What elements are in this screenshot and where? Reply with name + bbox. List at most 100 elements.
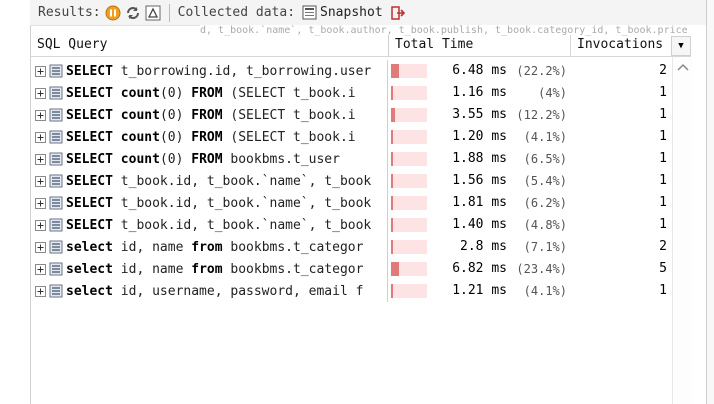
table-row[interactable]: SELECT count(0) FROM (SELECT t_book.i 3.5… — [31, 104, 672, 126]
column-header-total-time[interactable]: Total Time — [389, 35, 571, 57]
time-share-bar — [391, 130, 427, 144]
total-time-cell: 6.82 ms (23.4%) — [389, 258, 571, 280]
expand-icon[interactable] — [35, 219, 46, 231]
time-share-bar-fill — [391, 108, 395, 122]
snapshot-button[interactable]: Snapshot — [299, 5, 386, 20]
expand-icon[interactable] — [35, 197, 46, 209]
time-share-bar-fill — [391, 196, 393, 210]
invocations-cell: 1 — [659, 173, 667, 188]
sql-query-cell: select id, username, password, email f — [35, 280, 388, 302]
total-time-percent: (5.4%) — [523, 174, 567, 188]
total-time-percent: (12.2%) — [516, 108, 567, 122]
table-header: SQL Query Total Time Invocations ▼ — [31, 35, 691, 57]
sql-query-text: SELECT count(0) FROM (SELECT t_book.i — [66, 129, 356, 145]
sql-query-cell: SELECT count(0) FROM (SELECT t_book.i — [35, 126, 388, 148]
expand-icon[interactable] — [35, 109, 46, 121]
invocations-cell: 1 — [659, 283, 667, 298]
total-time-value: 1.40 ms — [452, 217, 507, 232]
sql-query-cell: SELECT t_book.id, t_book.`name`, t_book — [35, 214, 388, 236]
sql-query-text: SELECT t_book.id, t_book.`name`, t_book — [66, 217, 372, 233]
export-icon[interactable] — [390, 5, 406, 21]
invocations-cell: 2 — [659, 239, 667, 254]
total-time-cell: 2.8 ms (7.1%) — [389, 236, 571, 258]
total-time-percent: (22.2%) — [516, 64, 567, 78]
invocations-cell: 1 — [659, 107, 667, 122]
database-icon — [49, 108, 63, 122]
snapshot-label: Snapshot — [320, 5, 383, 20]
expand-icon[interactable] — [35, 65, 46, 77]
time-share-bar — [391, 284, 427, 298]
vertical-scrollbar[interactable] — [672, 57, 692, 404]
total-time-percent: (23.4%) — [516, 262, 567, 276]
expand-icon[interactable] — [35, 131, 46, 143]
total-time-percent: (6.2%) — [523, 196, 567, 210]
total-time-percent: (4.8%) — [523, 218, 567, 232]
sql-query-text: SELECT count(0) FROM (SELECT t_book.i — [66, 85, 356, 101]
table-row[interactable]: SELECT count(0) FROM bookbms.t_user 1.88 … — [31, 148, 672, 170]
collected-data-label: Collected data: — [177, 5, 296, 20]
results-label: Results: — [38, 5, 101, 20]
table-row[interactable]: SELECT count(0) FROM (SELECT t_book.i 1.1… — [31, 82, 672, 104]
database-icon — [49, 174, 63, 188]
sql-query-text: select id, username, password, email f — [66, 283, 364, 299]
total-time-cell: 1.16 ms (4%) — [389, 82, 571, 104]
expand-icon[interactable] — [35, 263, 46, 275]
expand-icon[interactable] — [35, 153, 46, 165]
total-time-cell: 1.88 ms (6.5%) — [389, 148, 571, 170]
total-time-percent: (4.1%) — [523, 130, 567, 144]
sql-query-cell: select id, name from bookbms.t_categor — [35, 258, 388, 280]
sql-query-cell: SELECT t_book.id, t_book.`name`, t_book — [35, 192, 388, 214]
sql-query-text: select id, name from bookbms.t_categor — [66, 239, 364, 255]
table-row[interactable]: select id, name from bookbms.t_categor 6.… — [31, 258, 672, 280]
expand-icon[interactable] — [35, 87, 46, 99]
total-time-value: 1.81 ms — [452, 195, 507, 210]
sql-query-text: SELECT t_borrowing.id, t_borrowing.user — [66, 63, 372, 79]
sort-dropdown-icon[interactable]: ▼ — [671, 36, 691, 56]
time-share-bar-fill — [391, 240, 393, 254]
total-time-cell: 3.55 ms (12.2%) — [389, 104, 571, 126]
table-row[interactable]: select id, username, password, email f 1.… — [31, 280, 672, 302]
scroll-up-icon[interactable] — [673, 59, 693, 75]
table-row[interactable]: select id, name from bookbms.t_categor 2.… — [31, 236, 672, 258]
database-icon — [49, 218, 63, 232]
pause-icon[interactable] — [105, 5, 121, 21]
table-row[interactable]: SELECT count(0) FROM (SELECT t_book.i 1.2… — [31, 126, 672, 148]
sql-query-text: SELECT count(0) FROM (SELECT t_book.i — [66, 107, 356, 123]
refresh-icon[interactable] — [125, 5, 141, 21]
total-time-value: 6.48 ms — [452, 63, 507, 78]
time-share-bar — [391, 86, 427, 100]
right-frame-border — [706, 0, 714, 404]
total-time-value: 1.56 ms — [452, 173, 507, 188]
time-share-bar — [391, 174, 427, 188]
table-row[interactable]: SELECT t_book.id, t_book.`name`, t_book 1… — [31, 192, 672, 214]
total-time-cell: 6.48 ms (22.2%) — [389, 60, 571, 82]
table-row[interactable]: SELECT t_borrowing.id, t_borrowing.user 6… — [31, 60, 672, 82]
total-time-cell: 1.56 ms (5.4%) — [389, 170, 571, 192]
expand-icon[interactable] — [35, 285, 46, 297]
total-time-value: 3.55 ms — [452, 107, 507, 122]
sql-query-cell: SELECT count(0) FROM (SELECT t_book.i — [35, 104, 388, 126]
results-toolbar: Results: Collected data: Snapshot — [30, 0, 714, 26]
invocations-cell: 1 — [659, 217, 667, 232]
table-row[interactable]: SELECT t_book.id, t_book.`name`, t_book 1… — [31, 214, 672, 236]
expand-icon[interactable] — [35, 175, 46, 187]
total-time-percent: (7.1%) — [523, 240, 567, 254]
time-share-bar — [391, 196, 427, 210]
time-share-bar — [391, 108, 427, 122]
database-icon — [49, 86, 63, 100]
time-share-bar — [391, 262, 427, 276]
sql-query-text: SELECT t_book.id, t_book.`name`, t_book — [66, 195, 372, 211]
time-share-bar-fill — [391, 130, 393, 144]
filter-icon[interactable] — [145, 5, 161, 21]
sql-query-cell: SELECT count(0) FROM (SELECT t_book.i — [35, 82, 388, 104]
table-row[interactable]: SELECT t_book.id, t_book.`name`, t_book 1… — [31, 170, 672, 192]
total-time-percent: (4%) — [538, 86, 567, 100]
column-header-sql-query[interactable]: SQL Query — [31, 35, 389, 57]
total-time-value: 1.88 ms — [452, 151, 507, 166]
sql-query-cell: SELECT t_book.id, t_book.`name`, t_book — [35, 170, 388, 192]
expand-icon[interactable] — [35, 241, 46, 253]
total-time-cell: 1.21 ms (4.1%) — [389, 280, 571, 302]
sql-query-cell: SELECT count(0) FROM bookbms.t_user — [35, 148, 388, 170]
sql-query-text: SELECT t_book.id, t_book.`name`, t_book — [66, 173, 372, 189]
total-time-value: 2.8 ms — [460, 239, 507, 254]
